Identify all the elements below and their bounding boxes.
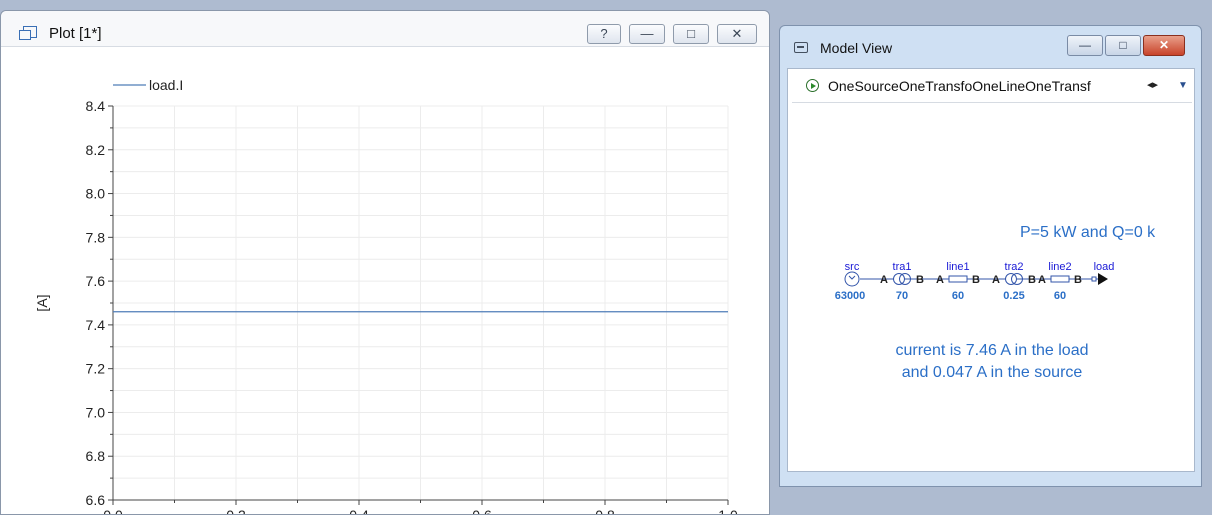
component-name-src: src (845, 261, 860, 273)
y-tick-label: 8.2 (86, 142, 106, 158)
plot-window[interactable]: Plot [1*] ? — □ ✕ 6.6 6.8 7.0 7.2 7.4 7.6 7.8 8… (0, 10, 770, 515)
port-a-label: A (936, 274, 944, 286)
model-diagram[interactable]: P=5 kW and Q=0 ksrc63000tra170A Bline160A… (788, 105, 1195, 472)
load-arrow (1098, 273, 1108, 285)
port-b-label: B (1074, 274, 1082, 286)
minimize-button[interactable]: — (629, 24, 665, 44)
plot-window-titlebar[interactable]: Plot [1*] ? — □ ✕ (1, 11, 769, 47)
model-view-title: Model View (820, 40, 893, 56)
model-minimize-button[interactable]: — (1067, 35, 1103, 56)
annotation-power: P=5 kW and Q=0 k (1020, 224, 1156, 241)
x-tick-label: 0.4 (349, 507, 369, 514)
x-tick-label: 0.0 (103, 507, 123, 514)
tab-dropdown-icon[interactable]: ▼ (1178, 80, 1188, 91)
model-close-button[interactable]: ✕ (1143, 35, 1185, 56)
component-value-src: 63000 (835, 290, 866, 302)
component-name-line1: line1 (946, 261, 969, 273)
line-impedance-symbol (1050, 275, 1070, 283)
component-name-load: load (1094, 261, 1115, 273)
model-maximize-button[interactable]: □ (1105, 35, 1141, 56)
port-a-label: A (1038, 274, 1046, 286)
component-name-tra2: tra2 (1005, 261, 1024, 273)
source-arrow (848, 275, 856, 280)
model-view-window[interactable]: Model View — □ ✕ OneSourceOneTransfoOneL… (779, 25, 1202, 487)
load-terminal (1091, 276, 1097, 282)
model-tab-label[interactable]: OneSourceOneTransfoOneLineOneTransf (828, 78, 1148, 94)
port-a-label: A (880, 274, 888, 286)
legend-label: load.I (149, 77, 183, 93)
port-a-label: A (992, 274, 1000, 286)
x-tick-label: 1.0 (718, 507, 738, 514)
port-b-label: B (916, 274, 924, 286)
component-value-tra1: 70 (896, 290, 908, 302)
y-tick-label: 7.6 (86, 273, 106, 289)
annotation-current-line1: current is 7.46 A in the load (895, 342, 1088, 359)
y-tick-label: 8.4 (86, 98, 106, 114)
close-button[interactable]: ✕ (717, 24, 757, 44)
x-tick-label: 0.2 (226, 507, 246, 514)
model-view-titlebar[interactable]: Model View — □ ✕ (780, 26, 1201, 60)
model-view-content[interactable]: OneSourceOneTransfoOneLineOneTransf ◂▸ ▼… (787, 68, 1195, 472)
model-view-icon (794, 42, 808, 53)
line-impedance-symbol (948, 275, 968, 283)
component-name-tra1: tra1 (893, 261, 912, 273)
y-tick-label: 7.0 (86, 404, 106, 420)
line-chart[interactable]: 6.6 6.8 7.0 7.2 7.4 7.6 7.8 8.0 8.2 8.4 0.0 0.2 0.4 0… (1, 48, 769, 515)
help-button[interactable]: ? (587, 24, 621, 44)
component-value-line2: 60 (1054, 290, 1066, 302)
plot-window-title: Plot [1*] (49, 25, 102, 42)
y-tick-label: 8.0 (86, 186, 106, 202)
annotation-current-line2: and 0.047 A in the source (902, 364, 1083, 381)
play-icon (806, 79, 819, 92)
y-tick-label: 6.6 (86, 492, 106, 508)
y-tick-label: 6.8 (86, 448, 106, 464)
component-value-line1: 60 (952, 290, 964, 302)
y-axis-label: [A] (34, 294, 50, 311)
y-tick-label: 7.8 (86, 229, 106, 245)
port-b-label: B (1028, 274, 1036, 286)
tab-scroll-arrows-icon[interactable]: ◂▸ (1147, 78, 1158, 91)
model-tab[interactable]: OneSourceOneTransfoOneLineOneTransf ◂▸ ▼ (792, 69, 1192, 103)
x-tick-label: 0.6 (472, 507, 492, 514)
port-b-label: B (972, 274, 980, 286)
plot-area[interactable]: 6.6 6.8 7.0 7.2 7.4 7.6 7.8 8.0 8.2 8.4 0.0 0.2 0.4 0… (1, 48, 769, 515)
x-tick-label: 0.8 (595, 507, 615, 514)
maximize-button[interactable]: □ (673, 24, 709, 44)
plot-window-icon (19, 26, 37, 40)
component-name-line2: line2 (1048, 261, 1071, 273)
y-tick-label: 7.2 (86, 361, 106, 377)
component-value-tra2: 0.25 (1003, 290, 1024, 302)
y-tick-label: 7.4 (86, 317, 106, 333)
